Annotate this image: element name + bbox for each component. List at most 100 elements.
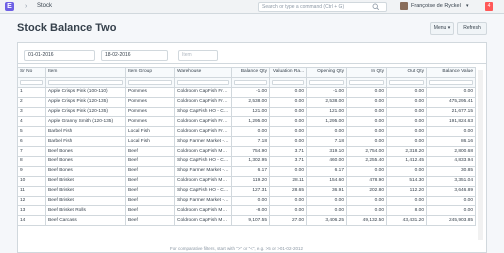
app-logo[interactable]: E [5, 2, 14, 11]
table-cell: 2 [17, 96, 46, 108]
refresh-button[interactable]: Refresh [457, 22, 487, 35]
column-filter-input[interactable] [234, 79, 267, 85]
table-cell: 3,351.04 [426, 175, 476, 187]
table-cell: 8.00 [386, 205, 427, 217]
from-date-field[interactable]: 01-01-2016 [24, 50, 95, 61]
table-filter-row [17, 76, 476, 88]
column-header[interactable]: Balance Value [426, 67, 476, 78]
table-row[interactable]: 11 Beef Brisket Beef Shop CapFish HO - CFL 1… [17, 185, 476, 197]
table-cell: 0.00 [231, 195, 270, 207]
stock-balance-table: Sr No Item Item Group Warehouse Balance Qty V… [17, 67, 476, 227]
column-header[interactable]: Item [45, 67, 126, 78]
column-header[interactable]: Item Group [125, 67, 175, 78]
table-cell: Coldroom CapFish Mea... [174, 205, 232, 217]
table-cell: 0.00 [346, 116, 387, 128]
column-filter-cell [125, 76, 175, 88]
table-cell: 2,318.20 [386, 146, 427, 158]
column-filter-input[interactable] [48, 79, 123, 85]
table-cell: 121.00 [231, 106, 270, 118]
table-body: 1 Apple Crisps Pink (100-110) Pommes Coldro… [17, 86, 476, 227]
column-filter-input[interactable] [272, 79, 304, 85]
table-cell: 2,255.40 [346, 156, 387, 167]
table-cell: 5 [17, 126, 46, 138]
table-cell: 202.80 [346, 185, 387, 197]
chevron-down-icon[interactable]: ▾ [466, 2, 469, 11]
table-cell: Beef [125, 195, 175, 207]
column-header[interactable]: Out Qty [386, 67, 427, 78]
column-filter-input[interactable] [128, 79, 172, 85]
divider [17, 63, 487, 64]
table-cell: 11 [17, 185, 46, 197]
table-row[interactable]: 8 Beef Bones Beef Shop CapFish HO - CFL 1,30… [17, 156, 476, 167]
table-cell: 1,302.95 [231, 156, 270, 167]
table-cell: 4 [17, 116, 46, 128]
column-header[interactable]: In Qty [346, 67, 387, 78]
table-cell: Beef Brisket [45, 195, 126, 207]
table-cell: Beef Brisket [45, 185, 126, 197]
table-cell: 7 [17, 146, 46, 158]
column-header[interactable]: Balance Qty [231, 67, 270, 78]
table-cell: 9 [17, 165, 46, 177]
item-filter[interactable]: Item [178, 50, 218, 61]
table-cell: 191,824.63 [426, 116, 476, 128]
table-cell: Beef Bones [45, 156, 126, 167]
table-row[interactable]: 9 Beef Bones Beef Shop Farmer Market - C...… [17, 165, 476, 177]
table-row[interactable]: 3 Apple Crisps Pink (120-135) Pommes Shop C… [17, 106, 476, 118]
notifications-badge[interactable]: 4 [485, 2, 493, 11]
table-cell: 10 [17, 175, 46, 187]
table-cell: 0.00 [346, 106, 387, 118]
table-cell: 754.90 [231, 146, 270, 158]
user-menu[interactable]: Françoise de Ryckel [411, 2, 461, 11]
avatar[interactable] [400, 2, 408, 10]
column-filter-input[interactable] [429, 79, 473, 85]
table-cell: Beef Brisket [45, 175, 126, 187]
column-filter-input[interactable] [349, 79, 384, 85]
menu-button[interactable]: Menu ▾ [430, 22, 454, 35]
column-header[interactable]: Warehouse [174, 67, 232, 78]
table-cell: 0.00 [269, 136, 307, 148]
column-filter-input[interactable] [389, 79, 424, 85]
table-cell: Coldroom CapFish Fruit... [174, 86, 232, 98]
table-cell: Coldroom CapFish Fruit... [174, 96, 232, 108]
column-filter-input[interactable] [20, 79, 43, 85]
table-cell: 0.00 [346, 136, 387, 148]
to-date-field[interactable]: 18-02-2016 [101, 50, 168, 61]
table-cell: Beef [125, 205, 175, 217]
table-row[interactable]: 4 Apple Granny Smith (120-135) Pommes Coldr… [17, 116, 476, 128]
table-cell: Beef Carcass [45, 215, 126, 227]
breadcrumb-stock[interactable]: Stock [37, 2, 52, 11]
table-row[interactable]: 2 Apple Crisps Pink (120-135) Pommes Coldro… [17, 96, 476, 108]
table-cell: 514.30 [386, 175, 427, 187]
table-cell: 49,132.50 [346, 215, 387, 227]
table-row[interactable]: 13 Beef Brisket Rolls Beef Coldroom CapFish… [17, 205, 476, 217]
table-cell: Coldroom CapFish Fruit... [174, 126, 232, 138]
table-cell: Beef [125, 215, 175, 227]
search-icon[interactable] [372, 3, 380, 11]
table-row[interactable]: 7 Beef Bones Beef Coldroom CapFish Mea... 75… [17, 146, 476, 158]
table-row[interactable]: 1 Apple Crisps Pink (100-110) Pommes Coldro… [17, 86, 476, 98]
table-row[interactable]: 14 Beef Carcass Beef Coldroom CapFish Mea..… [17, 215, 476, 227]
search-input[interactable]: Search or type a command (Ctrl + G) [258, 2, 387, 12]
table-cell: 0.00 [426, 126, 476, 138]
table-cell: Beef [125, 156, 175, 167]
table-cell: Shop CapFish HO - CFL [174, 185, 232, 197]
table-cell: Apple Crisps Pink (120-135) [45, 106, 126, 118]
table-cell: 0.00 [269, 126, 307, 138]
scrollbar[interactable] [478, 70, 483, 240]
table-cell: Beef [125, 165, 175, 177]
table-cell: 121.00 [306, 106, 347, 118]
column-filter-input[interactable] [309, 79, 344, 85]
table-row[interactable]: 12 Beef Brisket Beef Shop Farmer Market - C… [17, 195, 476, 207]
table-cell: Apple Granny Smith (120-135) [45, 116, 126, 128]
table-row[interactable]: 6 Barbel Fish Local Fish Shop Farmer Market… [17, 136, 476, 148]
table-cell: 0.00 [306, 126, 347, 138]
table-row[interactable]: 10 Beef Brisket Beef Coldroom CapFish Mea..… [17, 175, 476, 187]
column-header[interactable]: Opening Qty [306, 67, 347, 78]
table-cell: 0.00 [386, 106, 427, 118]
column-header[interactable]: Valuation Ra... [269, 67, 307, 78]
table-cell: Coldroom CapFish Mea... [174, 215, 232, 227]
table-cell: 478.90 [346, 175, 387, 187]
table-row[interactable]: 5 Barbel Fish Local Fish Coldroom CapFish F… [17, 126, 476, 138]
column-header[interactable]: Sr No [17, 67, 46, 78]
column-filter-input[interactable] [177, 79, 229, 85]
